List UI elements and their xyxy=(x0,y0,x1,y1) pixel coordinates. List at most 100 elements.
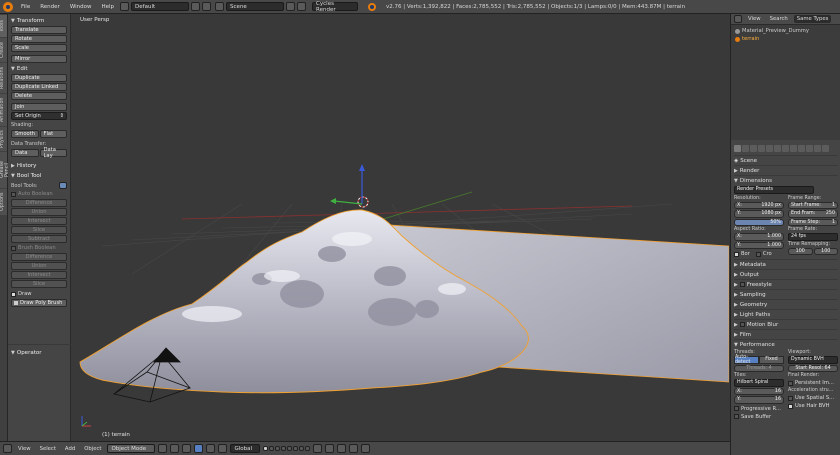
outliner-search-menu[interactable]: Search xyxy=(767,16,791,22)
rotate-manipulator-icon[interactable] xyxy=(206,444,216,453)
particles-tab-icon[interactable] xyxy=(814,145,821,152)
transform-panel-header[interactable]: ▼ Transform xyxy=(11,16,67,25)
pivot-point-icon[interactable] xyxy=(170,444,180,453)
outliner-display-mode[interactable]: Same Types xyxy=(793,15,832,23)
layer-6-icon[interactable] xyxy=(293,446,299,451)
data-lay-button[interactable]: Data Lay xyxy=(39,147,67,159)
layout-add-icon[interactable] xyxy=(191,2,201,11)
auto-intersect-button[interactable]: Intersect xyxy=(11,217,67,225)
set-origin-dropdown[interactable]: Set Origin ⇕ xyxy=(11,112,67,120)
edit-panel-header[interactable]: ▼ Edit xyxy=(11,64,67,73)
viewport-shading-icon[interactable] xyxy=(158,444,168,453)
transform-orientation-select[interactable]: Global xyxy=(230,444,261,453)
motion-blur-checkbox-icon[interactable] xyxy=(739,322,745,327)
film-panel-header[interactable]: ▶ Film xyxy=(734,329,838,339)
end-frame-field[interactable]: End Fram: 250 xyxy=(788,210,838,218)
menu-add[interactable]: Add xyxy=(62,446,78,452)
layer-3-icon[interactable] xyxy=(275,446,281,451)
scene-add-icon[interactable] xyxy=(286,2,296,11)
frame-rate-dropdown[interactable]: 24 fps xyxy=(788,233,838,241)
flat-button[interactable]: Flat xyxy=(39,130,67,138)
use-spatial-splits-checkbox[interactable]: Use Spatial S... xyxy=(788,395,838,401)
layer-7-icon[interactable] xyxy=(299,446,305,451)
auto-subtract-button[interactable]: Subtract xyxy=(11,235,67,243)
tab-grease-pencil[interactable]: Grease Pencil xyxy=(0,152,10,188)
dimensions-panel-header[interactable]: ▼ Dimensions xyxy=(734,175,838,185)
tab-tools[interactable]: Tools xyxy=(0,15,7,37)
data-button[interactable]: Data xyxy=(11,149,39,157)
mirror-button[interactable]: Mirror xyxy=(11,55,67,63)
resolution-y-field[interactable]: Y: 1080 px xyxy=(734,210,784,218)
rotate-button[interactable]: Rotate xyxy=(11,35,67,43)
texture-tab-icon[interactable] xyxy=(806,145,813,152)
aspect-y-field[interactable]: Y: 1.000 xyxy=(734,241,784,249)
progressive-refine-checkbox[interactable]: Progressive R... xyxy=(734,406,784,412)
tab-physics[interactable]: Physics xyxy=(0,127,7,151)
auto-difference-button[interactable]: Difference xyxy=(11,199,67,207)
outliner-view-menu[interactable]: View xyxy=(745,16,764,22)
tab-animation[interactable]: Animation xyxy=(0,94,7,126)
resolution-percentage-slider[interactable]: 50% xyxy=(734,218,784,226)
constraints-tab-icon[interactable] xyxy=(774,145,781,152)
material-tab-icon[interactable] xyxy=(798,145,805,152)
render-panel-header[interactable]: ▶ Render xyxy=(734,165,838,175)
translate-manipulator-icon[interactable] xyxy=(194,444,204,453)
menu-object[interactable]: Object xyxy=(81,446,104,452)
border-checkbox[interactable]: Bor Cro xyxy=(734,251,784,257)
auto-union-button[interactable]: Union xyxy=(11,208,67,216)
brush-slice-button[interactable]: Slice xyxy=(11,280,67,288)
layer-buttons[interactable] xyxy=(263,446,311,451)
layer-1-icon[interactable] xyxy=(263,446,269,451)
outliner-editor-icon[interactable] xyxy=(734,15,742,23)
remap-new-field[interactable]: 100 xyxy=(813,247,838,255)
frame-step-field[interactable]: Frame Step: 1 xyxy=(788,218,838,226)
menu-render[interactable]: Render xyxy=(36,4,64,10)
scene-tab-icon[interactable] xyxy=(750,145,757,152)
join-button[interactable]: Join xyxy=(11,103,67,111)
brush-union-button[interactable]: Union xyxy=(11,262,67,270)
data-tab-icon[interactable] xyxy=(790,145,797,152)
freestyle-checkbox-icon[interactable] xyxy=(739,282,745,287)
delete-button[interactable]: Delete xyxy=(11,92,67,100)
bool-settings-icon[interactable] xyxy=(59,182,67,189)
light-paths-panel-header[interactable]: ▶ Light Paths xyxy=(734,309,838,319)
tab-create[interactable]: Create xyxy=(0,38,7,62)
outliner-item-terrain[interactable]: terrain xyxy=(731,35,840,43)
world-tab-icon[interactable] xyxy=(758,145,765,152)
metadata-panel-header[interactable]: ▶ Metadata xyxy=(734,259,838,269)
start-frame-field[interactable]: Start Frame: 1 xyxy=(788,201,838,209)
menu-window[interactable]: Window xyxy=(66,4,96,10)
tile-order-dropdown[interactable]: Hilbert Spiral xyxy=(734,379,784,387)
use-hair-bvh-checkbox[interactable]: Use Hair BVH xyxy=(788,403,838,409)
auto-slice-button[interactable]: Slice xyxy=(11,226,67,234)
tab-relations[interactable]: Relations xyxy=(0,63,7,93)
history-panel-header[interactable]: ▶ History xyxy=(11,161,67,170)
fixed-toggle[interactable]: Fixed xyxy=(759,356,784,364)
persistent-images-checkbox[interactable]: Persistent Im... xyxy=(788,380,838,386)
manipulator-toggle-icon[interactable] xyxy=(182,444,192,453)
draw-poly-brush-button[interactable]: Draw Poly Brush xyxy=(11,299,67,307)
physics-tab-icon[interactable] xyxy=(822,145,829,152)
render-presets-dropdown[interactable]: Render Presets xyxy=(734,186,814,194)
menu-select[interactable]: Select xyxy=(37,446,59,452)
tile-x-field[interactable]: X: 16 xyxy=(734,387,784,395)
threads-field[interactable]: Threads: 4 xyxy=(734,364,784,372)
duplicate-button[interactable]: Duplicate xyxy=(11,74,67,82)
scale-button[interactable]: Scale xyxy=(11,44,67,52)
3d-viewport[interactable]: User Persp (1) terrain xyxy=(72,14,729,441)
save-buffer-checkbox[interactable]: Save Buffer xyxy=(734,414,784,420)
motion-blur-panel-header[interactable]: ▶ Motion Blur xyxy=(734,319,838,329)
scale-manipulator-icon[interactable] xyxy=(218,444,228,453)
tile-y-field[interactable]: Y: 16 xyxy=(734,396,784,404)
sampling-panel-header[interactable]: ▶ Sampling xyxy=(734,289,838,299)
layer-4-icon[interactable] xyxy=(281,446,287,451)
performance-panel-header[interactable]: ▼ Performance xyxy=(734,339,838,349)
3d-cursor[interactable] xyxy=(357,196,369,208)
layer-8-icon[interactable] xyxy=(305,446,311,451)
menu-file[interactable]: File xyxy=(17,4,34,10)
blender-logo-icon[interactable] xyxy=(3,1,13,12)
operator-panel-header[interactable]: ▼ Operator xyxy=(11,348,67,357)
snap-icon[interactable] xyxy=(325,444,335,453)
translate-button[interactable]: Translate xyxy=(11,26,67,34)
mode-select[interactable]: Object Mode xyxy=(107,444,156,453)
